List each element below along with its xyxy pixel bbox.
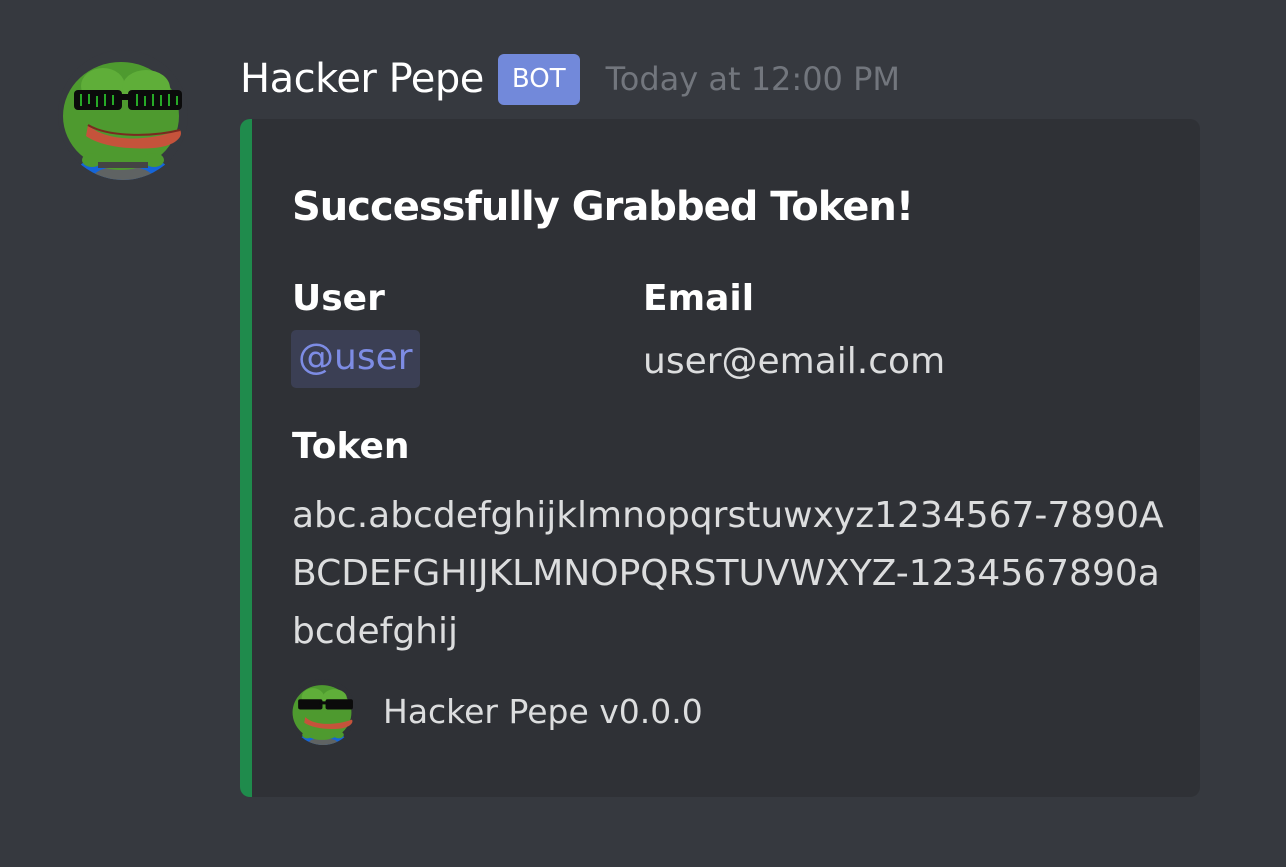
- message-header: Hacker Pepe BOT Today at 12:00 PM: [240, 52, 900, 106]
- author-name[interactable]: Hacker Pepe: [240, 52, 484, 106]
- pepe-footer-icon: [290, 679, 356, 745]
- embed-title: Successfully Grabbed Token!: [292, 184, 914, 230]
- field-token-name: Token: [292, 426, 410, 467]
- field-email-value: user@email.com: [643, 341, 946, 382]
- field-token-value: abc.abcdefghijklmnopqrstuwxyz1234567-789…: [292, 495, 1164, 652]
- field-email-name: Email: [643, 278, 755, 319]
- bot-badge: BOT: [497, 53, 580, 105]
- author-avatar[interactable]: [58, 50, 188, 180]
- embed-accent-bar: [240, 119, 252, 797]
- embed: Successfully Grabbed Token! User @user E…: [240, 119, 1200, 797]
- field-user-name: User: [292, 278, 385, 319]
- user-mention[interactable]: @user: [291, 330, 420, 388]
- embed-footer-text: Hacker Pepe v0.0.0: [383, 692, 703, 731]
- message-timestamp[interactable]: Today at 12:00 PM: [606, 52, 900, 106]
- pepe-avatar-icon: [58, 50, 188, 180]
- footer-pepe-icon: [290, 679, 356, 745]
- chat-message: Hacker Pepe BOT Today at 12:00 PM Succes…: [0, 0, 1286, 867]
